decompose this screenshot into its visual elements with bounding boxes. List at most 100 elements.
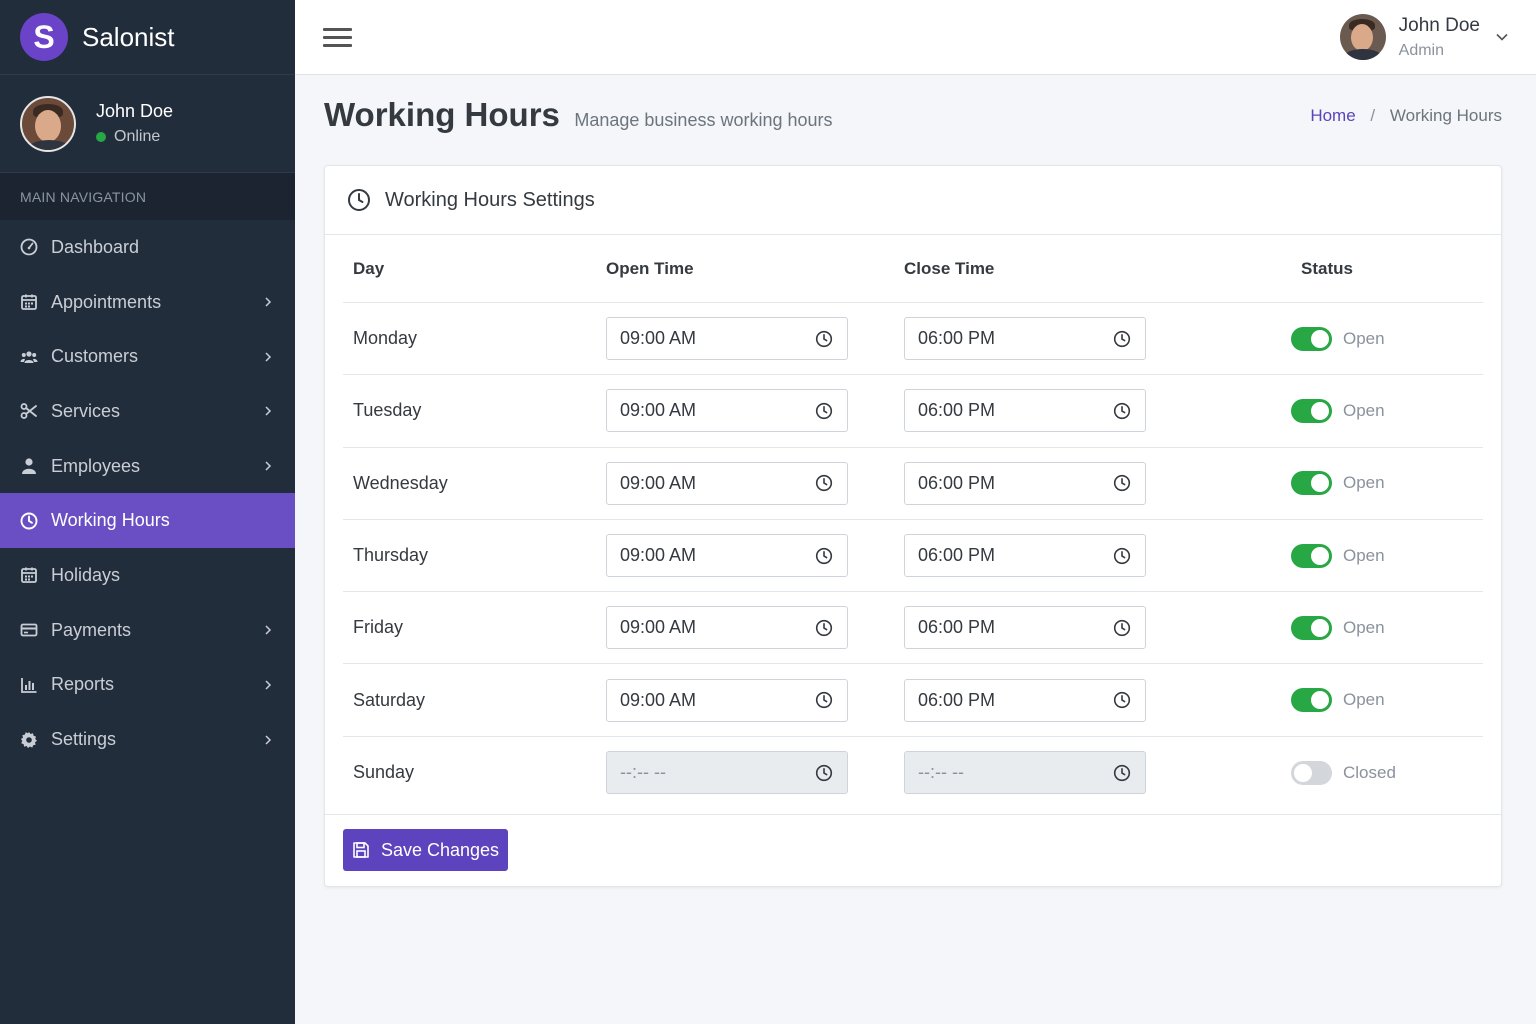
close-time-input[interactable]: 06:00 PM <box>904 389 1146 433</box>
open-time-input[interactable]: 09:00 AM <box>606 678 848 722</box>
save-changes-button[interactable]: Save Changes <box>343 829 508 871</box>
status-toggle[interactable] <box>1291 688 1332 713</box>
close-time-input[interactable]: 06:00 PM <box>904 317 1146 361</box>
status-toggle[interactable] <box>1291 326 1332 351</box>
status-toggle[interactable] <box>1291 615 1332 640</box>
sidebar-item-holidays[interactable]: Holidays <box>0 548 295 603</box>
scissors-icon <box>20 402 38 420</box>
status-toggle[interactable] <box>1291 398 1332 423</box>
brand[interactable]: S Salonist <box>0 0 295 75</box>
breadcrumb-separator: / <box>1370 106 1376 125</box>
avatar <box>20 95 76 152</box>
day-label: Thursday <box>353 545 429 566</box>
user-menu[interactable]: John Doe Admin <box>1339 14 1508 60</box>
open-time-value: 09:00 AM <box>620 545 697 566</box>
status-toggle[interactable] <box>1291 760 1332 785</box>
bar-chart-icon <box>20 676 38 694</box>
sidebar-item-appointments[interactable]: Appointments <box>0 275 295 330</box>
calendar-icon <box>20 566 38 584</box>
clock-icon[interactable] <box>1113 547 1131 565</box>
sidebar-item-label: Holidays <box>51 564 121 585</box>
sidebar-item-label: Employees <box>51 455 141 476</box>
nav-list: Dashboard Appointments Customers Services Em… <box>0 220 295 767</box>
brand-logo: S <box>20 13 68 61</box>
sidebar-item-payments[interactable]: Payments <box>0 603 295 658</box>
clock-icon[interactable] <box>815 691 833 709</box>
clock-icon[interactable] <box>1113 619 1131 637</box>
user-icon <box>20 457 38 475</box>
close-time-value: 06:00 PM <box>918 545 996 566</box>
table-row: Monday 09:00 AM 06:00 PM Open <box>343 303 1483 376</box>
clock-icon[interactable] <box>815 330 833 348</box>
close-time-input[interactable]: 06:00 PM <box>904 606 1146 650</box>
status-label: Open <box>1343 545 1385 565</box>
clock-icon[interactable] <box>1113 691 1131 709</box>
clock-icon[interactable] <box>815 474 833 492</box>
day-label: Friday <box>353 617 404 638</box>
status-toggle[interactable] <box>1291 543 1332 568</box>
nav-header: MAIN NAVIGATION <box>0 173 295 220</box>
sidebar-item-customers[interactable]: Customers <box>0 329 295 384</box>
sidebar-item-label: Reports <box>51 674 115 695</box>
clock-icon <box>20 512 38 530</box>
sidebar-user-panel: John Doe Online <box>0 75 295 173</box>
day-label: Wednesday <box>353 472 448 493</box>
open-time-input[interactable]: 09:00 AM <box>606 317 848 361</box>
sidebar-item-label: Dashboard <box>51 236 140 257</box>
breadcrumb-home-link[interactable]: Home <box>1310 106 1355 125</box>
close-time-input[interactable]: 06:00 PM <box>904 678 1146 722</box>
sidebar-item-employees[interactable]: Employees <box>0 439 295 494</box>
sidebar-item-label: Appointments <box>51 291 162 312</box>
open-time-value: --:-- -- <box>620 762 666 783</box>
chevron-right-icon <box>265 406 272 416</box>
table-row: Wednesday 09:00 AM 06:00 PM Open <box>343 448 1483 520</box>
table-row: Friday 09:00 AM 06:00 PM Open <box>343 592 1483 665</box>
open-time-input[interactable]: 09:00 AM <box>606 461 848 505</box>
close-time-input[interactable]: 06:00 PM <box>904 534 1146 578</box>
chevron-down-icon[interactable] <box>1496 33 1508 41</box>
topbar-user-name: John Doe <box>1398 14 1480 36</box>
close-time-value: 06:00 PM <box>918 328 996 349</box>
open-time-input[interactable]: 09:00 AM <box>606 606 848 650</box>
save-button-label: Save Changes <box>380 839 500 860</box>
clock-icon[interactable] <box>1113 330 1131 348</box>
clock-icon[interactable] <box>815 402 833 420</box>
close-time-value: 06:00 PM <box>918 472 996 493</box>
open-time-value: 09:00 AM <box>620 400 697 421</box>
sidebar-user-status-label: Online <box>114 128 161 145</box>
open-time-value: 09:00 AM <box>620 617 697 638</box>
clock-icon <box>348 189 370 211</box>
sidebar-item-working-hours[interactable]: Working Hours <box>0 493 295 549</box>
chevron-right-icon <box>265 735 272 745</box>
sidebar-item-label: Settings <box>51 729 117 750</box>
status-label: Open <box>1343 690 1385 710</box>
clock-icon[interactable] <box>815 619 833 637</box>
close-time-value: 06:00 PM <box>918 400 996 421</box>
calendar-icon <box>20 293 38 311</box>
save-icon <box>353 842 369 858</box>
sidebar-item-services[interactable]: Services <box>0 384 295 439</box>
content-header: Working Hours Manage business working ho… <box>324 96 1504 146</box>
close-time-value: 06:00 PM <box>918 689 996 710</box>
sidebar-user-status: Online <box>96 128 173 146</box>
open-time-input[interactable]: 09:00 AM <box>606 534 848 578</box>
sidebar-item-dashboard[interactable]: Dashboard <box>0 220 295 275</box>
menu-toggle-icon[interactable] <box>323 28 352 48</box>
sidebar-item-settings[interactable]: Settings <box>0 712 295 767</box>
clock-icon[interactable] <box>1113 402 1131 420</box>
clock-icon[interactable] <box>1113 474 1131 492</box>
close-time-input: --:-- -- <box>904 751 1146 795</box>
status-toggle[interactable] <box>1291 471 1332 496</box>
status-label: Closed <box>1343 762 1396 782</box>
sidebar-item-label: Customers <box>51 346 139 367</box>
close-time-value: --:-- -- <box>918 762 964 783</box>
users-icon <box>20 348 38 366</box>
sidebar-item-reports[interactable]: Reports <box>0 658 295 713</box>
card-footer: Save Changes <box>325 814 1501 886</box>
table-row: Tuesday 09:00 AM 06:00 PM Open <box>343 375 1483 448</box>
day-label: Sunday <box>353 762 415 783</box>
clock-icon[interactable] <box>815 547 833 565</box>
close-time-input[interactable]: 06:00 PM <box>904 461 1146 505</box>
open-time-input[interactable]: 09:00 AM <box>606 389 848 433</box>
column-header-open-time: Open Time <box>606 259 694 278</box>
